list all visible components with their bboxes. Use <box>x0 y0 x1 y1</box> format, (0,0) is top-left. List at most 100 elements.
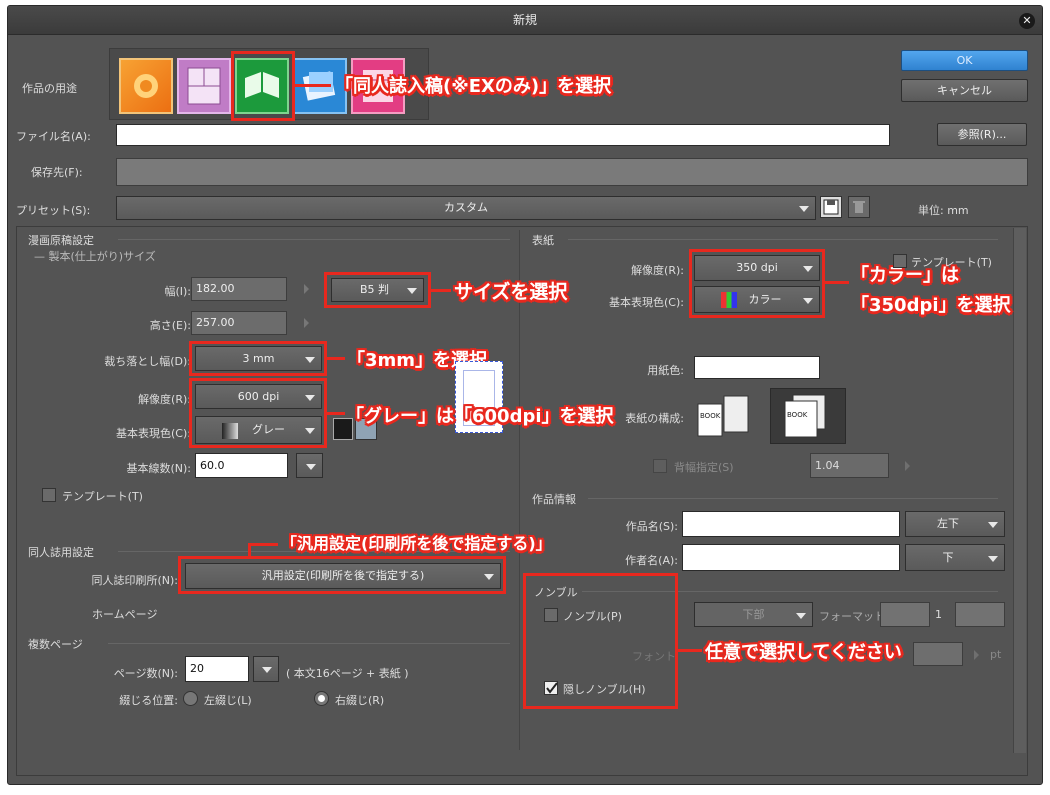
cover-spread-icon[interactable]: BOOK <box>770 388 846 444</box>
pt-unit-label: pt <box>990 648 1002 661</box>
font-size-arrow-icon <box>974 650 979 660</box>
purpose-highlight <box>231 51 295 121</box>
delete-preset-icon[interactable] <box>848 196 870 218</box>
spine-checkbox[interactable] <box>653 459 667 473</box>
manga-template-checkbox[interactable] <box>42 488 56 502</box>
nombre-callout-line <box>678 649 702 652</box>
spine-label: 背幅指定(S) <box>674 461 734 474</box>
nombre-format-label: フォーマット: <box>819 610 889 623</box>
save-preset-icon[interactable] <box>820 196 842 218</box>
lpi-dropdown[interactable] <box>296 453 323 478</box>
pages-section-separator <box>108 643 510 644</box>
author-name-label: 作者名(A): <box>625 554 678 567</box>
lpi-label: 基本線数(N): <box>126 462 191 475</box>
column-divider <box>519 230 520 750</box>
work-name-input[interactable] <box>682 511 900 537</box>
page-count-input[interactable]: 20 <box>185 656 249 682</box>
pages-section-title: 複数ページ <box>28 638 83 651</box>
res-color-highlight <box>189 378 327 448</box>
size-subsection-title: — 製本(仕上がり)サイズ <box>34 250 156 263</box>
left-bind-label: 左綴じ(L) <box>204 694 252 707</box>
width-label: 幅(I): <box>164 285 191 298</box>
bleed-label: 裁ち落とし幅(D): <box>104 355 191 368</box>
paper-color-swatch[interactable] <box>694 356 820 379</box>
preset-label: プリセット(S): <box>16 204 91 217</box>
nombre-format-value: 1 <box>935 608 942 621</box>
svg-text:BOOK: BOOK <box>700 412 721 420</box>
size-callout-line <box>431 289 451 292</box>
left-bind-radio[interactable] <box>183 691 198 706</box>
filename-label: ファイル名(A): <box>16 130 91 143</box>
purpose-callout-line <box>295 84 331 87</box>
nombre-highlight <box>523 573 678 709</box>
binding-label: 綴じる位置: <box>119 694 178 707</box>
doujin-section-title: 同人誌用設定 <box>28 546 94 559</box>
dialog-title: 新規 <box>512 13 537 27</box>
size-highlight <box>324 272 431 308</box>
right-bind-radio[interactable] <box>314 691 329 706</box>
purpose-label: 作品の用途 <box>22 82 77 95</box>
scrollbar[interactable] <box>1013 228 1026 753</box>
lpi-input[interactable]: 60.0 <box>195 453 288 478</box>
printer-annotation: 「汎用設定(印刷所を後で指定する)」 <box>281 534 552 553</box>
work-name-label: 作品名(S): <box>625 520 678 533</box>
cover-annotation-2: 「350dpi」を選択 <box>851 295 1011 316</box>
width-arrow-icon <box>304 284 309 294</box>
nombre-format-prefix[interactable] <box>880 602 930 627</box>
author-position-dropdown[interactable]: 下 <box>905 544 1005 571</box>
save-location-field[interactable] <box>116 158 1028 186</box>
cover-template-label: テンプレート(T) <box>911 256 992 269</box>
height-label: 高さ(E): <box>149 319 191 332</box>
nombre-font-size-field[interactable] <box>913 642 963 666</box>
manga-section-separator <box>118 239 510 240</box>
nombre-format-suffix[interactable] <box>955 602 1005 627</box>
unit-label: 単位: mm <box>918 204 969 217</box>
bleed-callout-line <box>327 357 345 360</box>
ok-button[interactable]: OK <box>901 50 1028 71</box>
cover-section-title: 表紙 <box>532 234 554 247</box>
page-count-label: ページ数(N): <box>113 667 178 680</box>
close-icon[interactable]: ✕ <box>1019 13 1035 29</box>
printer-highlight <box>178 556 506 594</box>
comic-purpose-icon[interactable] <box>177 58 231 114</box>
size-annotation: サイズを選択 <box>454 281 568 303</box>
illustration-purpose-icon[interactable] <box>119 58 173 114</box>
cover-color-label: 基本表現色(C): <box>609 296 684 309</box>
title-bar: 新規 ✕ <box>8 6 1042 35</box>
cover-template-checkbox[interactable] <box>893 254 907 268</box>
color-mode-label: 基本表現色(C): <box>116 427 191 440</box>
cover-single-icon[interactable]: BOOK <box>694 390 754 442</box>
paper-color-label: 用紙色: <box>647 364 684 377</box>
height-arrow-icon <box>304 318 309 328</box>
width-field[interactable]: 182.00 <box>191 277 287 301</box>
cover-highlight <box>689 249 825 318</box>
save-label: 保存先(F): <box>31 166 83 179</box>
cover-callout-line <box>825 281 849 284</box>
page-count-dropdown[interactable] <box>253 656 279 682</box>
res-color-callout-line <box>327 412 345 415</box>
homepage-label: ホームページ <box>92 608 158 621</box>
author-name-input[interactable] <box>682 544 900 571</box>
preset-dropdown[interactable]: カスタム <box>116 196 816 220</box>
nombre-position-dropdown[interactable]: 下部 <box>694 602 813 627</box>
resolution-label: 解像度(R): <box>138 393 191 406</box>
svg-text:BOOK: BOOK <box>787 411 808 419</box>
filename-input[interactable] <box>116 124 890 146</box>
bleed-highlight <box>189 341 327 376</box>
nombre-annotation: 任意で選択してください <box>705 642 902 663</box>
page-count-note: ( 本文16ページ + 表紙 ) <box>286 667 409 680</box>
right-bind-label: 右綴じ(R) <box>335 694 385 707</box>
manga-template-label: テンプレート(T) <box>62 490 143 503</box>
browse-button[interactable]: 参照(R)... <box>937 123 1027 146</box>
work-info-section-title: 作品情報 <box>532 493 576 506</box>
manga-section-title: 漫画原稿設定 <box>28 234 94 247</box>
printer-label: 同人誌印刷所(N): <box>91 574 178 587</box>
cancel-button[interactable]: キャンセル <box>901 79 1028 102</box>
height-field[interactable]: 257.00 <box>191 311 287 335</box>
cover-res-label: 解像度(R): <box>631 264 684 277</box>
purpose-annotation: 「同人誌入稿(※EXのみ)」を選択 <box>335 76 612 97</box>
work-info-separator <box>588 498 998 499</box>
spine-width-field[interactable]: 1.04 <box>810 453 889 478</box>
cover-structure-label: 表紙の構成: <box>625 412 684 425</box>
work-name-position-dropdown[interactable]: 左下 <box>905 511 1005 537</box>
